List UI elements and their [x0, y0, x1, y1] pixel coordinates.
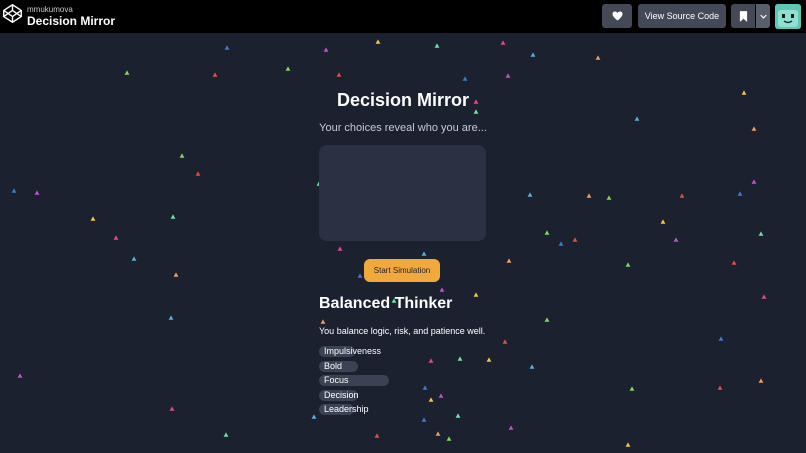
- confetti-piece: [434, 43, 440, 48]
- confetti-piece: [544, 317, 550, 322]
- confetti-piece: [169, 406, 175, 411]
- scenario-panel: [319, 145, 486, 241]
- confetti-piece: [586, 193, 592, 198]
- trait-label: Decision: [324, 389, 359, 400]
- bookmark-icon: [739, 10, 747, 22]
- confetti-piece: [173, 272, 179, 277]
- codepen-logo-icon[interactable]: [2, 3, 23, 24]
- trait-row: Leadership: [319, 404, 459, 416]
- start-simulation-button[interactable]: Start Simulation: [364, 259, 440, 282]
- chevron-down-icon: [759, 14, 767, 19]
- confetti-piece: [530, 52, 536, 57]
- trait-row: Decision: [319, 389, 459, 401]
- confetti-piece: [462, 76, 468, 81]
- confetti-piece: [195, 171, 201, 176]
- result-description: You balance logic, risk, and patience we…: [319, 326, 486, 336]
- confetti-piece: [311, 414, 317, 419]
- confetti-piece: [323, 47, 329, 52]
- trait-list: Impulsiveness Bold Focus Decision Leader…: [319, 346, 459, 419]
- pen-title: Decision Mirror: [27, 14, 116, 28]
- confetti-piece: [660, 219, 666, 224]
- confetti-piece: [17, 373, 23, 378]
- confetti-piece: [505, 73, 511, 78]
- confetti-piece: [758, 378, 764, 383]
- view-source-button[interactable]: View Source Code: [638, 4, 726, 28]
- confetti-piece: [285, 66, 291, 71]
- confetti-piece: [170, 214, 176, 219]
- trait-row: Bold: [319, 360, 459, 372]
- confetti-piece: [11, 188, 17, 193]
- confetti-piece: [751, 179, 757, 184]
- confetti-piece: [113, 235, 119, 240]
- confetti-piece: [718, 336, 724, 341]
- confetti-piece: [606, 195, 612, 200]
- confetti-piece: [212, 72, 218, 77]
- confetti-piece: [473, 292, 479, 297]
- confetti-piece: [595, 55, 601, 60]
- confetti-piece: [168, 315, 174, 320]
- confetti-piece: [527, 192, 533, 197]
- confetti-piece: [336, 72, 342, 77]
- avatar[interactable]: [775, 4, 801, 29]
- bookmark-button[interactable]: [731, 4, 755, 28]
- confetti-piece: [558, 241, 564, 246]
- confetti-piece: [508, 425, 514, 430]
- confetti-piece: [737, 191, 743, 196]
- top-bar: mmukumova Decision Mirror View Source Co…: [0, 0, 806, 33]
- confetti-piece: [224, 45, 230, 50]
- confetti-piece: [435, 431, 441, 436]
- confetti-piece: [758, 231, 764, 236]
- confetti-piece: [572, 237, 578, 242]
- confetti-piece: [544, 230, 550, 235]
- confetti-piece: [731, 260, 737, 265]
- confetti-piece: [357, 273, 363, 278]
- trait-label: Focus: [324, 375, 349, 386]
- confetti-piece: [502, 339, 508, 344]
- bookmark-menu-button[interactable]: [756, 4, 770, 28]
- confetti-piece: [625, 262, 631, 267]
- confetti-piece: [717, 385, 723, 390]
- confetti-piece: [634, 116, 640, 121]
- pen-preview: Decision Mirror Your choices reveal who …: [0, 33, 806, 453]
- pen-owner[interactable]: mmukumova: [27, 5, 73, 14]
- trait-label: Bold: [324, 360, 343, 371]
- like-button[interactable]: [602, 4, 632, 28]
- confetti-piece: [375, 39, 381, 44]
- app-title: Decision Mirror: [336, 90, 470, 110]
- confetti-piece: [34, 190, 40, 195]
- confetti-piece: [421, 251, 427, 256]
- confetti-piece: [500, 40, 506, 45]
- confetti-piece: [629, 386, 635, 391]
- confetti-piece: [131, 256, 137, 261]
- trait-label: Leadership: [324, 404, 369, 415]
- confetti-piece: [506, 258, 512, 263]
- confetti-piece: [374, 433, 380, 438]
- confetti-piece: [439, 287, 445, 292]
- confetti-piece: [446, 436, 452, 441]
- trait-row: Focus: [319, 375, 459, 387]
- confetti-piece: [486, 357, 492, 362]
- heart-icon: [612, 11, 622, 21]
- confetti-piece: [761, 294, 767, 299]
- result-title: Balanced Thinker: [319, 295, 453, 312]
- confetti-piece: [90, 216, 96, 221]
- confetti-piece: [124, 70, 130, 75]
- app-tagline: Your choices reveal who you are...: [319, 122, 487, 134]
- trait-row: Impulsiveness: [319, 346, 459, 357]
- confetti-piece: [320, 319, 326, 324]
- confetti-piece: [673, 237, 679, 242]
- confetti-piece: [179, 153, 185, 158]
- confetti-piece: [679, 193, 685, 198]
- confetti-piece: [223, 432, 229, 437]
- trait-label: Impulsiveness: [324, 346, 382, 356]
- confetti-piece: [529, 364, 535, 369]
- confetti-piece: [337, 246, 343, 251]
- avatar-face-icon: [775, 4, 801, 29]
- confetti-piece: [625, 442, 631, 447]
